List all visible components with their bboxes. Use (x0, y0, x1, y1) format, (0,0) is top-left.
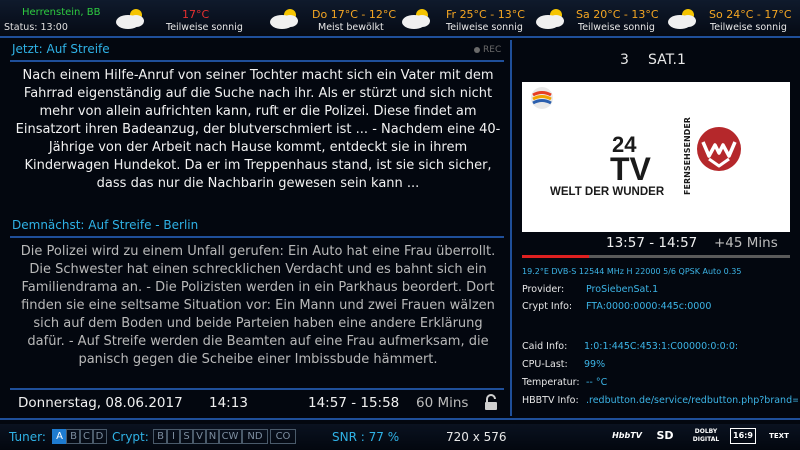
forecast-day: Fr 25°C - 13°C (446, 8, 525, 21)
crypt-cw: CW (218, 429, 242, 444)
resolution-label: 720 x 576 (446, 430, 507, 444)
tuner-d: D (92, 429, 107, 444)
info-value: -- °C (586, 377, 608, 388)
forecast-day-name: Do (312, 8, 328, 21)
forecast-day: Do 17°C - 12°C (312, 8, 396, 21)
panel-separator (510, 40, 512, 416)
time-range: 13:57 - 14:57 (606, 235, 698, 251)
progress-bar (522, 255, 790, 258)
logo-tv: TV (610, 151, 651, 187)
cloud-sun-icon (536, 9, 564, 29)
next-time-label: 14:57 - 15:58 (308, 395, 400, 411)
cloud-sun-icon (270, 9, 298, 29)
next-duration-label: 60 Mins (416, 395, 469, 411)
channel-number: 3 (620, 52, 629, 68)
rec-indicator: REC (474, 45, 501, 55)
date-bar: Donnerstag, 08.06.2017 14:13 14:57 - 15:… (0, 390, 510, 416)
crypt-nd: ND (242, 429, 268, 444)
transponder-info: 19.2°E DVB-S 12544 MHz H 22000 5/6 QPSK … (522, 267, 742, 276)
time-remaining: +45 Mins (714, 235, 778, 251)
channel-name: SAT.1 (648, 52, 686, 68)
cloud-sun-icon (668, 9, 696, 29)
forecast-desc: Meist bewölkt (318, 22, 384, 33)
info-value: 1:0:1:445C:453:1:C00000:0:0:0: (584, 341, 739, 352)
aspect-badge: 16:9 (730, 428, 756, 444)
hbbtv-badge: HbbTV (612, 431, 642, 440)
logo-side-text: FERNSEHSENDER (683, 117, 692, 195)
weather-bar: Herrenstein, BB Status: 13:00 17°C Teilw… (0, 0, 800, 38)
cloud-sun-icon (116, 9, 144, 29)
info-label: Temperatur: (522, 377, 580, 388)
next-title: Demnächst: Auf Streife - Berlin (12, 218, 199, 232)
forecast-desc: Teilweise sonnig (578, 22, 655, 33)
info-value: 99% (584, 359, 606, 370)
forecast-desc: Teilweise sonnig (710, 22, 787, 33)
forecast-day: So 24°C - 17°C (709, 8, 792, 21)
forecast-day: Sa 20°C - 13°C (576, 8, 659, 21)
info-label: Crypt Info: (522, 301, 573, 312)
info-label: CPU-Last: (522, 359, 568, 370)
cloud-sun-icon (402, 9, 430, 29)
info-value: FTA:0000:0000:445c:0000 (586, 301, 712, 312)
status-time: Status: 13:00 (4, 22, 68, 33)
clock-label: 14:13 (209, 395, 248, 411)
divider (10, 236, 504, 238)
forecast-desc: Teilweise sonnig (446, 22, 523, 33)
now-title: Jetzt: Auf Streife (12, 42, 110, 56)
welt-der-wunder-logo-icon (697, 127, 741, 171)
channel-preview: 24 TV FERNSEHSENDER WELT DER WUNDER (522, 82, 790, 232)
next-description: Die Polizei wird zu einem Unfall gerufen… (20, 244, 496, 367)
logo-side-text-wrap: FERNSEHSENDER (680, 110, 694, 202)
current-desc: Teilweise sonnig (166, 22, 243, 33)
info-value: .redbutton.de/service/redbutton.php?bran… (586, 395, 798, 406)
info-label: Provider: (522, 284, 565, 295)
tuner-label: Tuner: (9, 430, 46, 444)
forecast-day-name: Sa (576, 8, 590, 21)
info-label: HBBTV Info: (522, 395, 579, 406)
forecast-temp: 17°C - 12°C (330, 8, 397, 21)
logo-subtitle: WELT DER WUNDER (550, 186, 665, 198)
footer-divider (0, 418, 800, 420)
forecast-temp: 25°C - 13°C (459, 8, 525, 21)
current-temp: 17°C (182, 8, 210, 21)
rec-label: REC (483, 45, 502, 55)
dolby-badge: DOLBY DIGITAL (692, 428, 720, 443)
info-label: Caid Info: (522, 341, 568, 352)
forecast-day-name: So (709, 8, 723, 21)
tuner-a: A (52, 429, 67, 444)
info-value: ProSiebenSat.1 (586, 284, 659, 295)
divider (10, 60, 504, 62)
forecast-temp: 24°C - 17°C (726, 8, 792, 21)
date-label: Donnerstag, 08.06.2017 (18, 395, 183, 411)
lock-icon (485, 394, 497, 410)
forecast-temp: 20°C - 13°C (593, 8, 659, 21)
rec-dot-icon (474, 46, 480, 53)
teletext-badge: TEXT (769, 432, 789, 440)
weather-location: Herrenstein, BB (22, 7, 101, 18)
now-description: Nach einem Hilfe-Anruf von seiner Tochte… (15, 68, 501, 191)
sd-badge: SD (656, 429, 674, 442)
sat1-logo-icon (531, 87, 553, 109)
progress-fill (522, 255, 589, 258)
crypt-label: Crypt: (112, 430, 149, 444)
snr-label: SNR : 77 % (332, 430, 400, 444)
forecast-day-name: Fr (446, 8, 457, 21)
crypt-co: CO (270, 429, 296, 444)
